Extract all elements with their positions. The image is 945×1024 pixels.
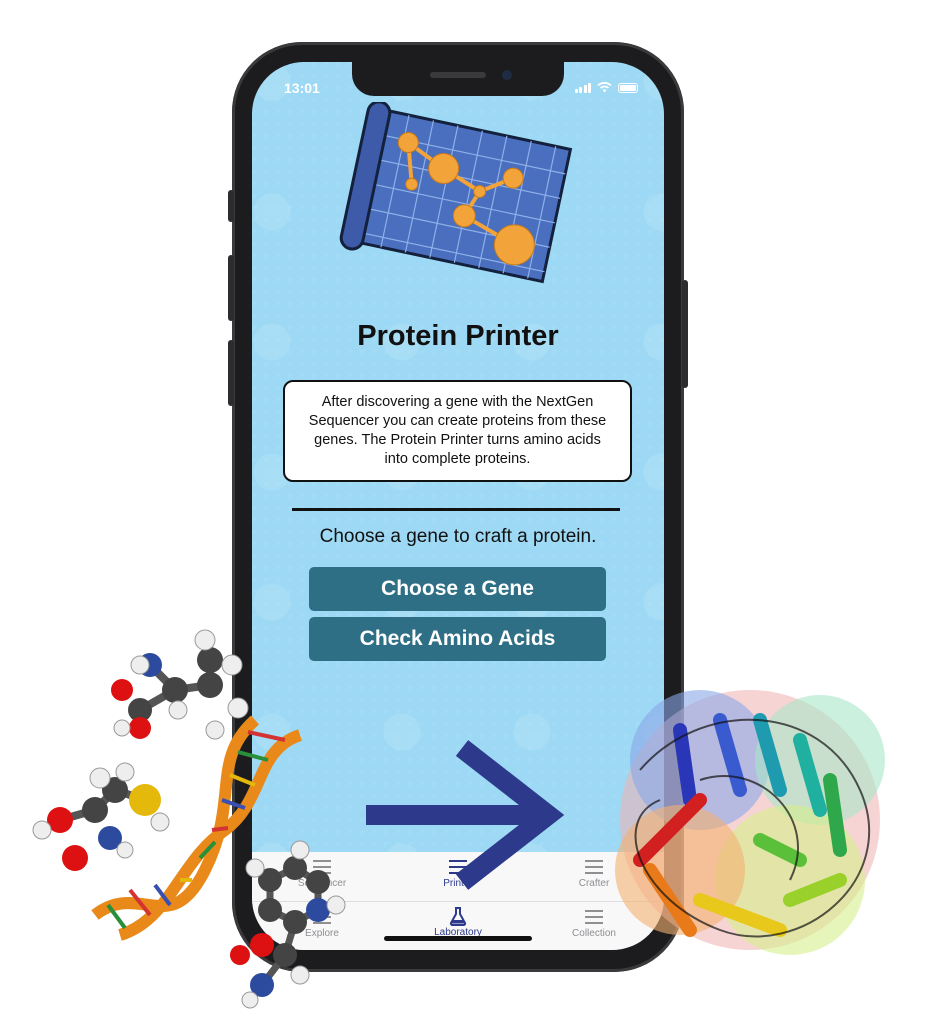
signal-icon: [574, 83, 591, 93]
check-amino-acids-button[interactable]: Check Amino Acids: [309, 617, 606, 661]
tab-label: Sequencer: [297, 878, 347, 889]
tab-printer[interactable]: Printer: [398, 860, 518, 889]
battery-icon: [618, 83, 638, 93]
tab-label: Crafter: [578, 878, 610, 889]
choose-gene-button[interactable]: Choose a Gene: [309, 567, 606, 611]
methionine-molecule-icon: [32, 762, 170, 871]
status-icons: [574, 82, 638, 93]
tab-laboratory[interactable]: Laboratory: [398, 906, 518, 938]
wifi-icon: [597, 82, 612, 93]
home-indicator: [384, 936, 532, 941]
speaker: [430, 72, 486, 78]
tab-label: Collection: [572, 928, 616, 939]
volume-up-button: [228, 255, 234, 321]
tab-collection[interactable]: Collection: [534, 910, 654, 939]
status-time: 13:01: [284, 80, 320, 96]
tab-explore[interactable]: Explore: [262, 910, 382, 939]
choose-prompt: Choose a gene to craft a protein.: [319, 526, 597, 547]
volume-down-button: [228, 340, 234, 406]
list-icon: [313, 910, 331, 924]
tab-sequencer[interactable]: Sequencer: [262, 860, 382, 889]
info-box: After discovering a gene with the NextGe…: [283, 380, 632, 482]
tab-crafter[interactable]: Crafter: [534, 860, 654, 889]
amino-acid-molecule-icon: [111, 629, 249, 740]
list-icon: [585, 860, 603, 874]
phone-screen: 13:01 Protein Printer After discovering …: [252, 62, 664, 950]
list-icon: [313, 860, 331, 874]
silent-switch: [228, 190, 234, 222]
divider: [292, 508, 620, 511]
list-icon: [585, 910, 603, 924]
front-camera: [502, 70, 512, 80]
tab-label: Explore: [305, 928, 339, 939]
page-title: Protein Printer: [357, 320, 559, 352]
list-icon: [449, 860, 467, 874]
flask-icon: [449, 907, 467, 926]
power-button: [682, 280, 688, 388]
blueprint-illustration: [339, 102, 573, 284]
tab-row-divider: [252, 901, 664, 902]
tab-label: Printer: [443, 878, 473, 889]
notch: [352, 62, 564, 96]
info-text: After discovering a gene with the NextGe…: [308, 394, 607, 467]
